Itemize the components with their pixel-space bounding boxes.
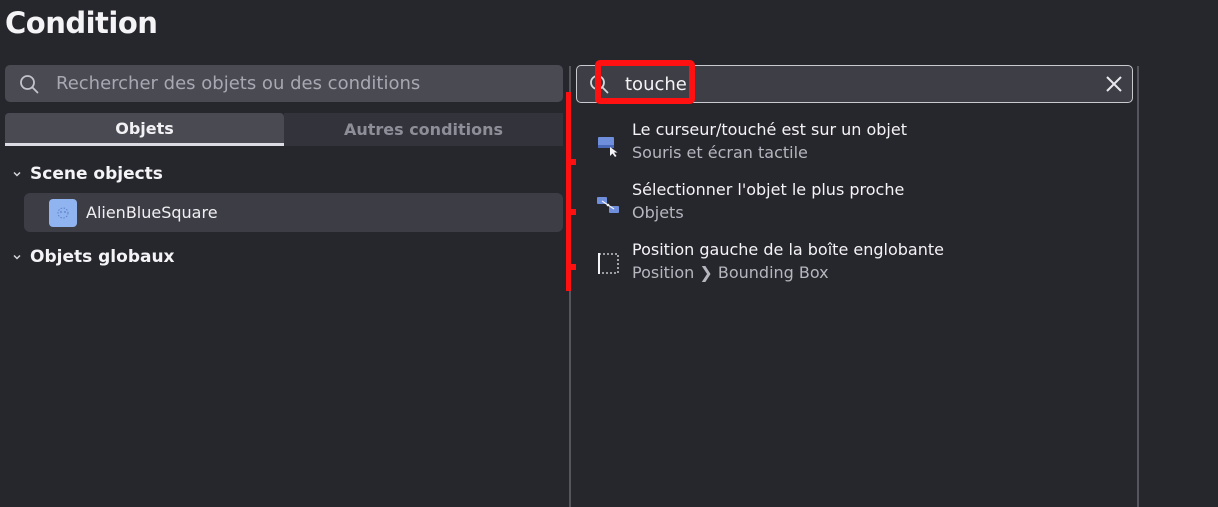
search-icon <box>20 74 39 93</box>
object-search-field[interactable] <box>5 65 563 102</box>
tab-objets[interactable]: Objets <box>5 113 284 146</box>
dialog-title: Condition <box>5 6 158 40</box>
tab-autres-conditions[interactable]: Autres conditions <box>284 113 563 146</box>
sprite-object-icon <box>49 198 77 227</box>
panel-edge <box>1137 66 1139 507</box>
group-label: Scene objects <box>30 164 163 184</box>
chevron-down-icon <box>13 254 21 260</box>
search-icon <box>590 75 609 94</box>
object-tree: Scene objects AlienBlueSquare Objets glo… <box>5 160 563 271</box>
annotation-bracket <box>566 92 576 291</box>
condition-search-field[interactable] <box>576 65 1133 103</box>
object-search-input[interactable] <box>56 73 536 94</box>
chevron-down-icon <box>13 171 21 177</box>
result-item[interactable]: Le curseur/touché est sur un objet Souri… <box>588 116 1128 176</box>
condition-results-list: Le curseur/touché est sur un objet Souri… <box>588 116 1128 296</box>
clear-search-icon[interactable] <box>1104 74 1124 94</box>
group-scene-objects[interactable]: Scene objects <box>5 160 563 188</box>
group-label: Objets globaux <box>30 247 175 267</box>
bounding-box-icon <box>598 253 619 274</box>
panel-divider <box>569 66 571 507</box>
condition-search-input[interactable] <box>625 73 1085 95</box>
group-objets-globaux[interactable]: Objets globaux <box>5 243 563 271</box>
object-item-alienbluesquare[interactable]: AlienBlueSquare <box>24 193 563 232</box>
tab-bar: Objets Autres conditions <box>5 113 563 146</box>
result-item[interactable]: Position gauche de la boîte englobante P… <box>588 236 1128 296</box>
result-subtitle: Objets <box>632 203 684 222</box>
result-item[interactable]: Sélectionner l'objet le plus proche Obje… <box>588 176 1128 236</box>
result-subtitle: Position ❯ Bounding Box <box>632 263 829 282</box>
cursor-on-object-icon <box>598 137 618 157</box>
result-subtitle: Souris et écran tactile <box>632 143 808 162</box>
nearest-object-icon <box>597 197 619 213</box>
object-label: AlienBlueSquare <box>86 203 218 222</box>
result-title: Position gauche de la boîte englobante <box>632 240 944 259</box>
result-title: Sélectionner l'objet le plus proche <box>632 180 905 199</box>
result-title: Le curseur/touché est sur un objet <box>632 120 907 139</box>
